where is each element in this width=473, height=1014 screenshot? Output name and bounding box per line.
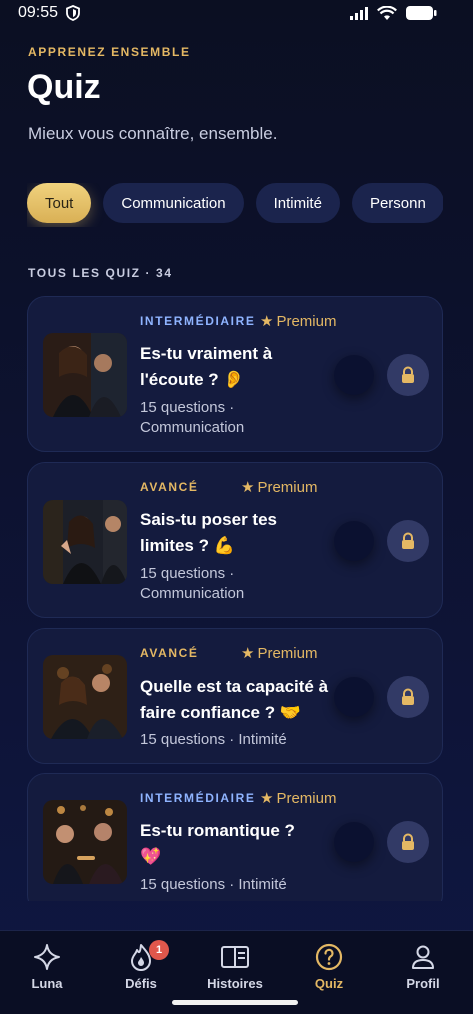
lock-button[interactable] <box>387 520 429 562</box>
filter-chip-intimite[interactable]: Intimité <box>255 183 340 223</box>
lock-button[interactable] <box>387 354 429 396</box>
filter-chip-tout[interactable]: Tout <box>27 183 92 223</box>
tab-luna[interactable]: Luna <box>2 943 92 991</box>
quiz-meta: 15 questions · Intimité <box>140 731 287 748</box>
quiz-meta: 15 questions · Intimité <box>140 876 287 893</box>
star-icon: ★ <box>260 790 274 807</box>
quiz-card[interactable]: INTERMÉDIAIRE ★ Premium Es-tu romantique… <box>27 773 443 901</box>
quiz-level: INTERMÉDIAIRE <box>140 314 256 328</box>
tab-label: Profil <box>406 976 440 991</box>
premium-label: Premium <box>276 789 337 807</box>
premium-badge: ★ Premium <box>260 789 337 808</box>
premium-badge: ★ Premium <box>241 644 318 663</box>
tab-label: Histoires <box>207 976 263 991</box>
premium-label: Premium <box>276 312 337 330</box>
signal-icon <box>350 7 368 20</box>
quiz-thumbnail <box>43 333 127 417</box>
quiz-meta: 15 questions · Communication <box>140 565 245 602</box>
progress-circle-button[interactable] <box>334 355 374 395</box>
quiz-title: Es-tu vraiment à l'écoute ? 👂 <box>140 344 273 389</box>
progress-circle-button[interactable] <box>334 677 374 717</box>
status-bar: 09:55 <box>0 0 473 26</box>
quiz-card[interactable]: INTERMÉDIAIRE ★ Premium Es-tu vraiment à… <box>27 296 443 452</box>
page-title: Quiz <box>27 68 101 106</box>
person-icon <box>412 945 434 969</box>
star-icon: ★ <box>241 479 255 496</box>
premium-badge: ★ Premium <box>260 312 337 331</box>
quiz-title: Sais-tu poser tes limites ? 💪 <box>140 510 277 555</box>
filter-chip-communication[interactable]: Communication <box>103 183 244 223</box>
filter-chip-personnel[interactable]: Personn <box>351 183 443 223</box>
filter-chips: Tout Communication Intimité Personn <box>27 183 443 227</box>
lock-button[interactable] <box>387 821 429 863</box>
quiz-title: Quelle est ta capacité à faire confiance… <box>140 677 329 722</box>
quiz-list: INTERMÉDIAIRE ★ Premium Es-tu vraiment à… <box>27 296 443 901</box>
book-icon <box>221 946 249 968</box>
lock-icon <box>402 833 414 850</box>
quiz-level: AVANCÉ <box>140 646 199 660</box>
tab-defis[interactable]: 1 Défis <box>96 940 186 991</box>
lock-icon <box>402 366 414 383</box>
tab-quiz[interactable]: Quiz <box>284 943 374 991</box>
star-icon: ★ <box>260 313 274 330</box>
quiz-title: Es-tu romantique ? 💖 <box>140 821 295 866</box>
wifi-icon <box>377 5 397 20</box>
lock-icon <box>402 688 414 705</box>
premium-badge: ★ Premium <box>241 478 318 497</box>
quiz-card[interactable]: AVANCÉ ★ Premium Sais-tu poser tes limit… <box>27 462 443 618</box>
premium-label: Premium <box>257 478 318 496</box>
quiz-thumbnail <box>43 500 127 584</box>
progress-circle-button[interactable] <box>334 822 374 862</box>
tab-label: Défis <box>125 976 157 991</box>
notification-badge: 1 <box>149 940 169 960</box>
quiz-thumbnail <box>43 655 127 739</box>
page-subtitle: Mieux vous connaître, ensemble. <box>28 124 278 143</box>
status-left: 09:55 <box>18 4 80 22</box>
status-right <box>349 5 437 21</box>
lock-icon <box>402 532 414 549</box>
tab-profil[interactable]: Profil <box>378 943 468 991</box>
status-time: 09:55 <box>18 4 59 21</box>
lock-button[interactable] <box>387 676 429 718</box>
progress-circle-button[interactable] <box>334 521 374 561</box>
shield-icon <box>66 5 80 21</box>
home-indicator <box>172 1000 298 1005</box>
tab-label: Luna <box>31 976 63 991</box>
tab-histoires[interactable]: Histoires <box>190 943 280 991</box>
section-label: TOUS LES QUIZ · 34 <box>28 266 173 280</box>
page-eyebrow: APPRENEZ ENSEMBLE <box>28 45 191 59</box>
question-circle-icon <box>315 943 343 971</box>
battery-icon <box>406 6 437 20</box>
quiz-thumbnail <box>43 800 127 884</box>
quiz-level: INTERMÉDIAIRE <box>140 791 256 805</box>
tab-label: Quiz <box>314 976 344 991</box>
quiz-card[interactable]: AVANCÉ ★ Premium Quelle est ta capacité … <box>27 628 443 764</box>
quiz-level: AVANCÉ <box>140 480 199 494</box>
premium-label: Premium <box>257 644 318 662</box>
star-icon: ★ <box>241 645 255 662</box>
quiz-meta: 15 questions · Communication <box>140 399 245 436</box>
sparkle-icon <box>34 944 60 970</box>
